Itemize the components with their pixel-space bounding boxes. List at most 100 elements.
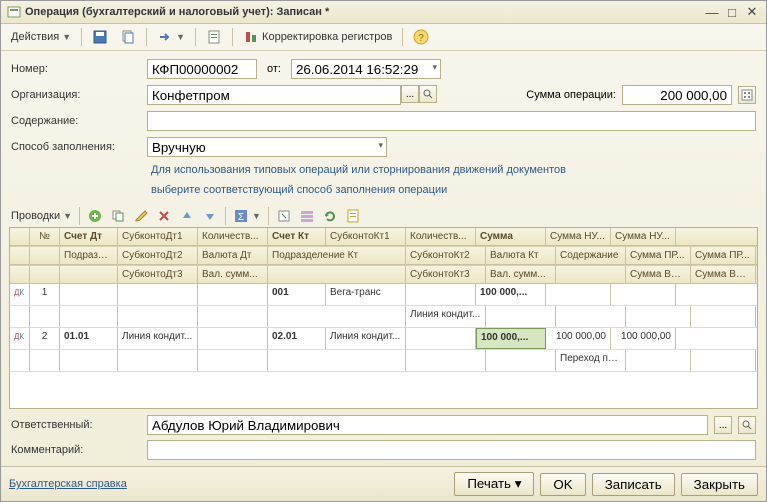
col-nu1[interactable]: Сумма НУ... xyxy=(546,228,611,245)
minimize-button[interactable]: — xyxy=(704,4,720,20)
refresh-button[interactable] xyxy=(320,207,340,225)
close-button[interactable]: ✕ xyxy=(744,4,760,20)
add-row-button[interactable] xyxy=(85,207,105,225)
move-down-button[interactable] xyxy=(200,207,220,225)
cell-nu1[interactable]: 100 000,00 xyxy=(546,328,611,349)
col-content[interactable]: Содержание xyxy=(556,247,626,264)
entries-label: Проводки xyxy=(11,210,60,222)
cell-sum[interactable]: 100 000,... xyxy=(476,284,546,305)
save-toolbar-button[interactable] xyxy=(88,27,112,47)
print-button[interactable]: Печать ▾ xyxy=(454,472,534,496)
cell-qtydt[interactable] xyxy=(198,328,268,349)
move-up-button[interactable] xyxy=(177,207,197,225)
spravka-link[interactable]: Бухгалтерская справка xyxy=(9,478,127,490)
entries-grid[interactable]: № Счет Дт СубконтоДт1 Количеств... Счет … xyxy=(9,227,758,409)
report-toolbar-button[interactable] xyxy=(202,27,226,47)
responsible-input[interactable] xyxy=(147,415,708,435)
go-toolbar-button[interactable]: ▼ xyxy=(153,27,189,47)
svg-text:Σ: Σ xyxy=(238,212,244,223)
cell-n[interactable]: 2 xyxy=(30,328,60,349)
table-row[interactable]: ДК 1 001 Вега-транс 100 000,... xyxy=(10,284,757,306)
copy-toolbar-button[interactable] xyxy=(116,27,140,47)
col-n[interactable]: № xyxy=(30,228,60,245)
comment-input[interactable] xyxy=(147,440,756,460)
responsible-search-button[interactable] xyxy=(738,416,756,434)
more-button[interactable] xyxy=(343,207,363,225)
org-search-button[interactable] xyxy=(419,85,437,103)
col-cursum-dt[interactable]: Вал. сумм... xyxy=(198,266,268,283)
cell-subkt2[interactable]: Линия кондит... xyxy=(406,306,486,327)
save-button[interactable]: Записать xyxy=(592,473,675,496)
ok-button[interactable]: OK xyxy=(540,473,585,496)
cell-acckt[interactable]: 02.01 xyxy=(268,328,326,349)
sum-op-input[interactable] xyxy=(622,85,732,105)
grid-settings-button[interactable] xyxy=(297,207,317,225)
maximize-button[interactable]: □ xyxy=(724,4,740,20)
help-button[interactable]: ? xyxy=(409,27,433,47)
copy-row-button[interactable] xyxy=(108,207,128,225)
date-input[interactable] xyxy=(291,59,441,79)
col-div-dt[interactable]: Подразде... Дт xyxy=(60,247,118,264)
col-subkt3[interactable]: СубконтоКт3 xyxy=(406,266,486,283)
col-div-kt[interactable]: Подразделение Кт xyxy=(268,247,406,264)
cell-acckt[interactable]: 001 xyxy=(268,284,326,305)
cell-qtydt[interactable] xyxy=(198,284,268,305)
col-qty-kt[interactable]: Количеств... xyxy=(406,228,476,245)
hint-line1: Для использования типовых операций или с… xyxy=(11,163,756,177)
fill-method-select[interactable] xyxy=(147,137,387,157)
org-select-button[interactable]: ... xyxy=(401,85,419,103)
cell-content[interactable]: Переход права ... xyxy=(556,350,626,371)
content-input[interactable] xyxy=(147,111,756,131)
col-vr2[interactable]: Сумма ВР ... xyxy=(691,266,756,283)
col-subkt2[interactable]: СубконтоКт2 xyxy=(406,247,486,264)
col-sum[interactable]: Сумма xyxy=(476,228,546,245)
cell-qtykt[interactable] xyxy=(406,284,476,305)
col-subdt2[interactable]: СубконтоДт2 xyxy=(118,247,198,264)
cell-sum-selected[interactable]: 100 000,... xyxy=(476,328,546,349)
cell-nu2[interactable]: 100 000,00 xyxy=(611,328,676,349)
table-row-sub[interactable]: Переход права ... xyxy=(10,350,757,372)
cell-subdt1[interactable] xyxy=(118,284,198,305)
cell-subkt1[interactable]: Линия кондит... xyxy=(326,328,406,349)
col-acc-kt[interactable]: Счет Кт xyxy=(268,228,326,245)
col-acc-dt[interactable]: Счет Дт xyxy=(60,228,118,245)
col-cur-dt[interactable]: Валюта Дт xyxy=(198,247,268,264)
table-row-sub[interactable]: Линия кондит... xyxy=(10,306,757,328)
delete-row-button[interactable] xyxy=(154,207,174,225)
cell-accdt[interactable]: 01.01 xyxy=(60,328,118,349)
entries-menu[interactable]: Проводки▼ xyxy=(9,209,74,223)
actions-menu[interactable]: Действия ▼ xyxy=(7,29,75,45)
col-vr1[interactable]: Сумма ВР ... xyxy=(626,266,691,283)
footer-form: Ответственный: ... Комментарий: xyxy=(1,409,766,466)
col-subkt1[interactable]: СубконтоКт1 xyxy=(326,228,406,245)
cell-nu1[interactable] xyxy=(546,284,611,305)
responsible-select-button[interactable]: ... xyxy=(714,416,732,434)
edit-row-button[interactable] xyxy=(131,207,151,225)
close-form-button[interactable]: Закрыть xyxy=(681,473,758,496)
col-subdt3[interactable]: СубконтоДт3 xyxy=(118,266,198,283)
cell-nu2[interactable] xyxy=(611,284,676,305)
fill-button[interactable] xyxy=(274,207,294,225)
org-input[interactable] xyxy=(147,85,401,105)
sum-button[interactable]: Σ▼ xyxy=(231,207,263,225)
registers-correction-button[interactable]: Корректировка регистров xyxy=(239,27,396,47)
cell-qtykt[interactable] xyxy=(406,328,476,349)
cell-subdt1[interactable]: Линия кондит... xyxy=(118,328,198,349)
cell-n[interactable]: 1 xyxy=(30,284,60,305)
number-input[interactable] xyxy=(147,59,257,79)
entries-toolbar: Проводки▼ Σ▼ xyxy=(1,205,766,227)
cell-subkt1[interactable]: Вега-транс xyxy=(326,284,406,305)
table-row[interactable]: ДК 2 01.01 Линия кондит... 02.01 Линия к… xyxy=(10,328,757,350)
responsible-label: Ответственный: xyxy=(11,419,141,431)
col-cursum-kt[interactable]: Вал. сумм... xyxy=(486,266,556,283)
dtkt-icon: ДК xyxy=(10,284,30,305)
col-pr1[interactable]: Сумма ПР... xyxy=(626,247,691,264)
col-nu2[interactable]: Сумма НУ... xyxy=(611,228,676,245)
cell-accdt[interactable] xyxy=(60,284,118,305)
col-subdt1[interactable]: СубконтоДт1 xyxy=(118,228,198,245)
col-cur-kt[interactable]: Валюта Кт xyxy=(486,247,556,264)
col-qty-dt[interactable]: Количеств... xyxy=(198,228,268,245)
dtkt-icon: ДК xyxy=(10,328,30,349)
col-pr2[interactable]: Сумма ПР... xyxy=(691,247,756,264)
sum-calc-button[interactable] xyxy=(738,86,756,104)
